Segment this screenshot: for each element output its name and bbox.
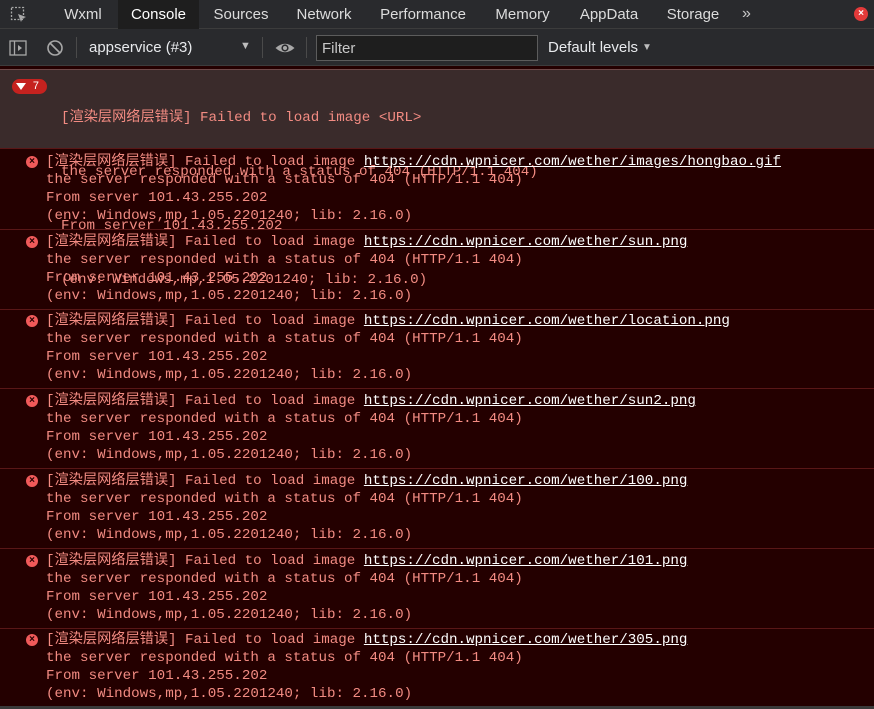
message-line: the server responded with a status of 40… [46, 172, 523, 188]
message-text: [渲染层网络层错误] Failed to load image https://… [46, 392, 696, 464]
message-prefix: [渲染层网络层错误] Failed to load image [46, 313, 364, 329]
message-prefix: [渲染层网络层错误] Failed to load image [46, 393, 364, 409]
error-message[interactable]: × [渲染层网络层错误] Failed to load image https:/… [0, 549, 874, 629]
message-prefix: [渲染层网络层错误] Failed to load image [46, 473, 364, 489]
context-selector[interactable]: appservice (#3) [89, 29, 192, 66]
message-line: (env: Windows,mp,1.05.2201240; lib: 2.16… [46, 527, 413, 543]
log-levels-dropdown[interactable]: Default levels ▼ [548, 29, 652, 66]
tab-wxml[interactable]: Wxml [50, 0, 116, 29]
message-line: the server responded with a status of 40… [46, 491, 523, 507]
message-line: From server 101.43.255.202 [46, 190, 268, 206]
message-line: (env: Windows,mp,1.05.2201240; lib: 2.16… [46, 367, 413, 383]
message-text: [渲染层网络层错误] Failed to load image https://… [46, 153, 781, 225]
message-text: [渲染层网络层错误] Failed to load image https://… [46, 552, 687, 624]
error-message[interactable]: × [渲染层网络层错误] Failed to load image https:/… [0, 230, 874, 310]
error-message[interactable]: × [渲染层网络层错误] Failed to load image https:/… [0, 389, 874, 469]
toolbar-divider [76, 37, 77, 58]
message-prefix: [渲染层网络层错误] Failed to load image [46, 553, 364, 569]
tab-appdata[interactable]: AppData [566, 0, 652, 29]
message-prefix: [渲染层网络层错误] Failed to load image [46, 154, 364, 170]
message-text: [渲染层网络层错误] Failed to load image https://… [46, 312, 730, 384]
message-line: [渲染层网络层错误] Failed to load image https://… [46, 392, 696, 410]
message-text: [渲染层网络层错误] Failed to load image https://… [46, 631, 687, 703]
message-line: the server responded with a status of 40… [46, 252, 523, 268]
message-line: the server responded with a status of 40… [46, 331, 523, 347]
message-prefix: [渲染层网络层错误] Failed to load image [46, 234, 364, 250]
error-message[interactable]: × [渲染层网络层错误] Failed to load image https:/… [0, 628, 874, 708]
message-line: the server responded with a status of 40… [46, 650, 523, 666]
message-line: [渲染层网络层错误] Failed to load image https://… [46, 552, 687, 570]
tab-storage[interactable]: Storage [654, 0, 732, 29]
message-line: From server 101.43.255.202 [46, 589, 268, 605]
message-line: (env: Windows,mp,1.05.2201240; lib: 2.16… [46, 686, 413, 702]
error-x-icon: × [26, 634, 38, 646]
message-line: the server responded with a status of 40… [46, 411, 523, 427]
message-line: (env: Windows,mp,1.05.2201240; lib: 2.16… [46, 607, 413, 623]
tab-memory[interactable]: Memory [481, 0, 564, 29]
show-sidebar-icon[interactable] [8, 38, 28, 58]
log-levels-label: Default levels [548, 39, 639, 56]
devtools-tab-bar: Wxml Console Sources Network Performance… [0, 0, 874, 29]
repeat-count-badge[interactable]: 7 [12, 79, 47, 94]
error-x-icon: × [26, 475, 38, 487]
message-line: [渲染层网络层错误] Failed to load image https://… [46, 312, 730, 330]
clear-console-icon[interactable] [45, 38, 65, 58]
error-x-icon: × [26, 315, 38, 327]
image-url-link[interactable]: https://cdn.wpnicer.com/wether/location.… [364, 313, 730, 329]
message-line: the server responded with a status of 40… [46, 571, 523, 587]
image-url-link[interactable]: https://cdn.wpnicer.com/wether/sun2.png [364, 393, 696, 409]
message-line: (env: Windows,mp,1.05.2201240; lib: 2.16… [46, 447, 413, 463]
tab-sources[interactable]: Sources [201, 0, 281, 29]
element-picker-icon[interactable] [8, 4, 30, 26]
message-line: [渲染层网络层错误] Failed to load image https://… [46, 631, 687, 649]
message-line: (env: Windows,mp,1.05.2201240; lib: 2.16… [46, 288, 413, 304]
message-text: [渲染层网络层错误] Failed to load image https://… [46, 233, 687, 305]
more-tabs-icon[interactable]: » [742, 0, 751, 29]
error-message[interactable]: × [渲染层网络层错误] Failed to load image https:/… [0, 150, 874, 230]
error-x-icon: × [26, 236, 38, 248]
image-url-link[interactable]: https://cdn.wpnicer.com/wether/100.png [364, 473, 688, 489]
toolbar-divider [306, 37, 307, 58]
close-devtools-icon[interactable]: × [854, 7, 868, 21]
console-toolbar: appservice (#3) ▼ Default levels▼ [0, 29, 874, 66]
toolbar-divider [262, 37, 263, 58]
message-line: From server 101.43.255.202 [46, 429, 268, 445]
image-url-link[interactable]: https://cdn.wpnicer.com/wether/images/ho… [364, 154, 781, 170]
console-output: 7 [渲染层网络层错误] Failed to load image <URL> … [0, 66, 874, 709]
live-expression-eye-icon[interactable] [274, 38, 296, 58]
image-url-link[interactable]: https://cdn.wpnicer.com/wether/305.png [364, 632, 688, 648]
message-prefix: [渲染层网络层错误] Failed to load image [46, 632, 364, 648]
message-line: From server 101.43.255.202 [46, 270, 268, 286]
image-url-link[interactable]: https://cdn.wpnicer.com/wether/101.png [364, 553, 688, 569]
tab-network[interactable]: Network [283, 0, 365, 29]
chevron-down-icon[interactable]: ▼ [240, 29, 251, 66]
tab-console[interactable]: Console [118, 0, 199, 29]
error-x-icon: × [26, 156, 38, 168]
chevron-down-icon: ▼ [642, 42, 652, 53]
message-line: [渲染层网络层错误] Failed to load image <URL> [61, 110, 422, 126]
message-line: From server 101.43.255.202 [46, 668, 268, 684]
message-line: [渲染层网络层错误] Failed to load image https://… [46, 153, 781, 171]
expand-triangle-icon [16, 83, 26, 90]
error-message[interactable]: × [渲染层网络层错误] Failed to load image https:/… [0, 469, 874, 549]
error-x-icon: × [26, 555, 38, 567]
image-url-link[interactable]: https://cdn.wpnicer.com/wether/sun.png [364, 234, 688, 250]
message-line: From server 101.43.255.202 [46, 349, 268, 365]
grouped-error-message[interactable]: 7 [渲染层网络层错误] Failed to load image <URL> … [0, 69, 874, 288]
message-text: [渲染层网络层错误] Failed to load image https://… [46, 472, 687, 544]
error-message[interactable]: × [渲染层网络层错误] Failed to load image https:/… [0, 309, 874, 389]
message-line: From server 101.43.255.202 [46, 509, 268, 525]
tab-performance[interactable]: Performance [367, 0, 479, 29]
message-line: [渲染层网络层错误] Failed to load image https://… [46, 472, 687, 490]
message-line: [渲染层网络层错误] Failed to load image https://… [46, 233, 687, 251]
filter-input[interactable] [316, 35, 538, 61]
error-x-icon: × [26, 395, 38, 407]
message-line: (env: Windows,mp,1.05.2201240; lib: 2.16… [46, 208, 413, 224]
